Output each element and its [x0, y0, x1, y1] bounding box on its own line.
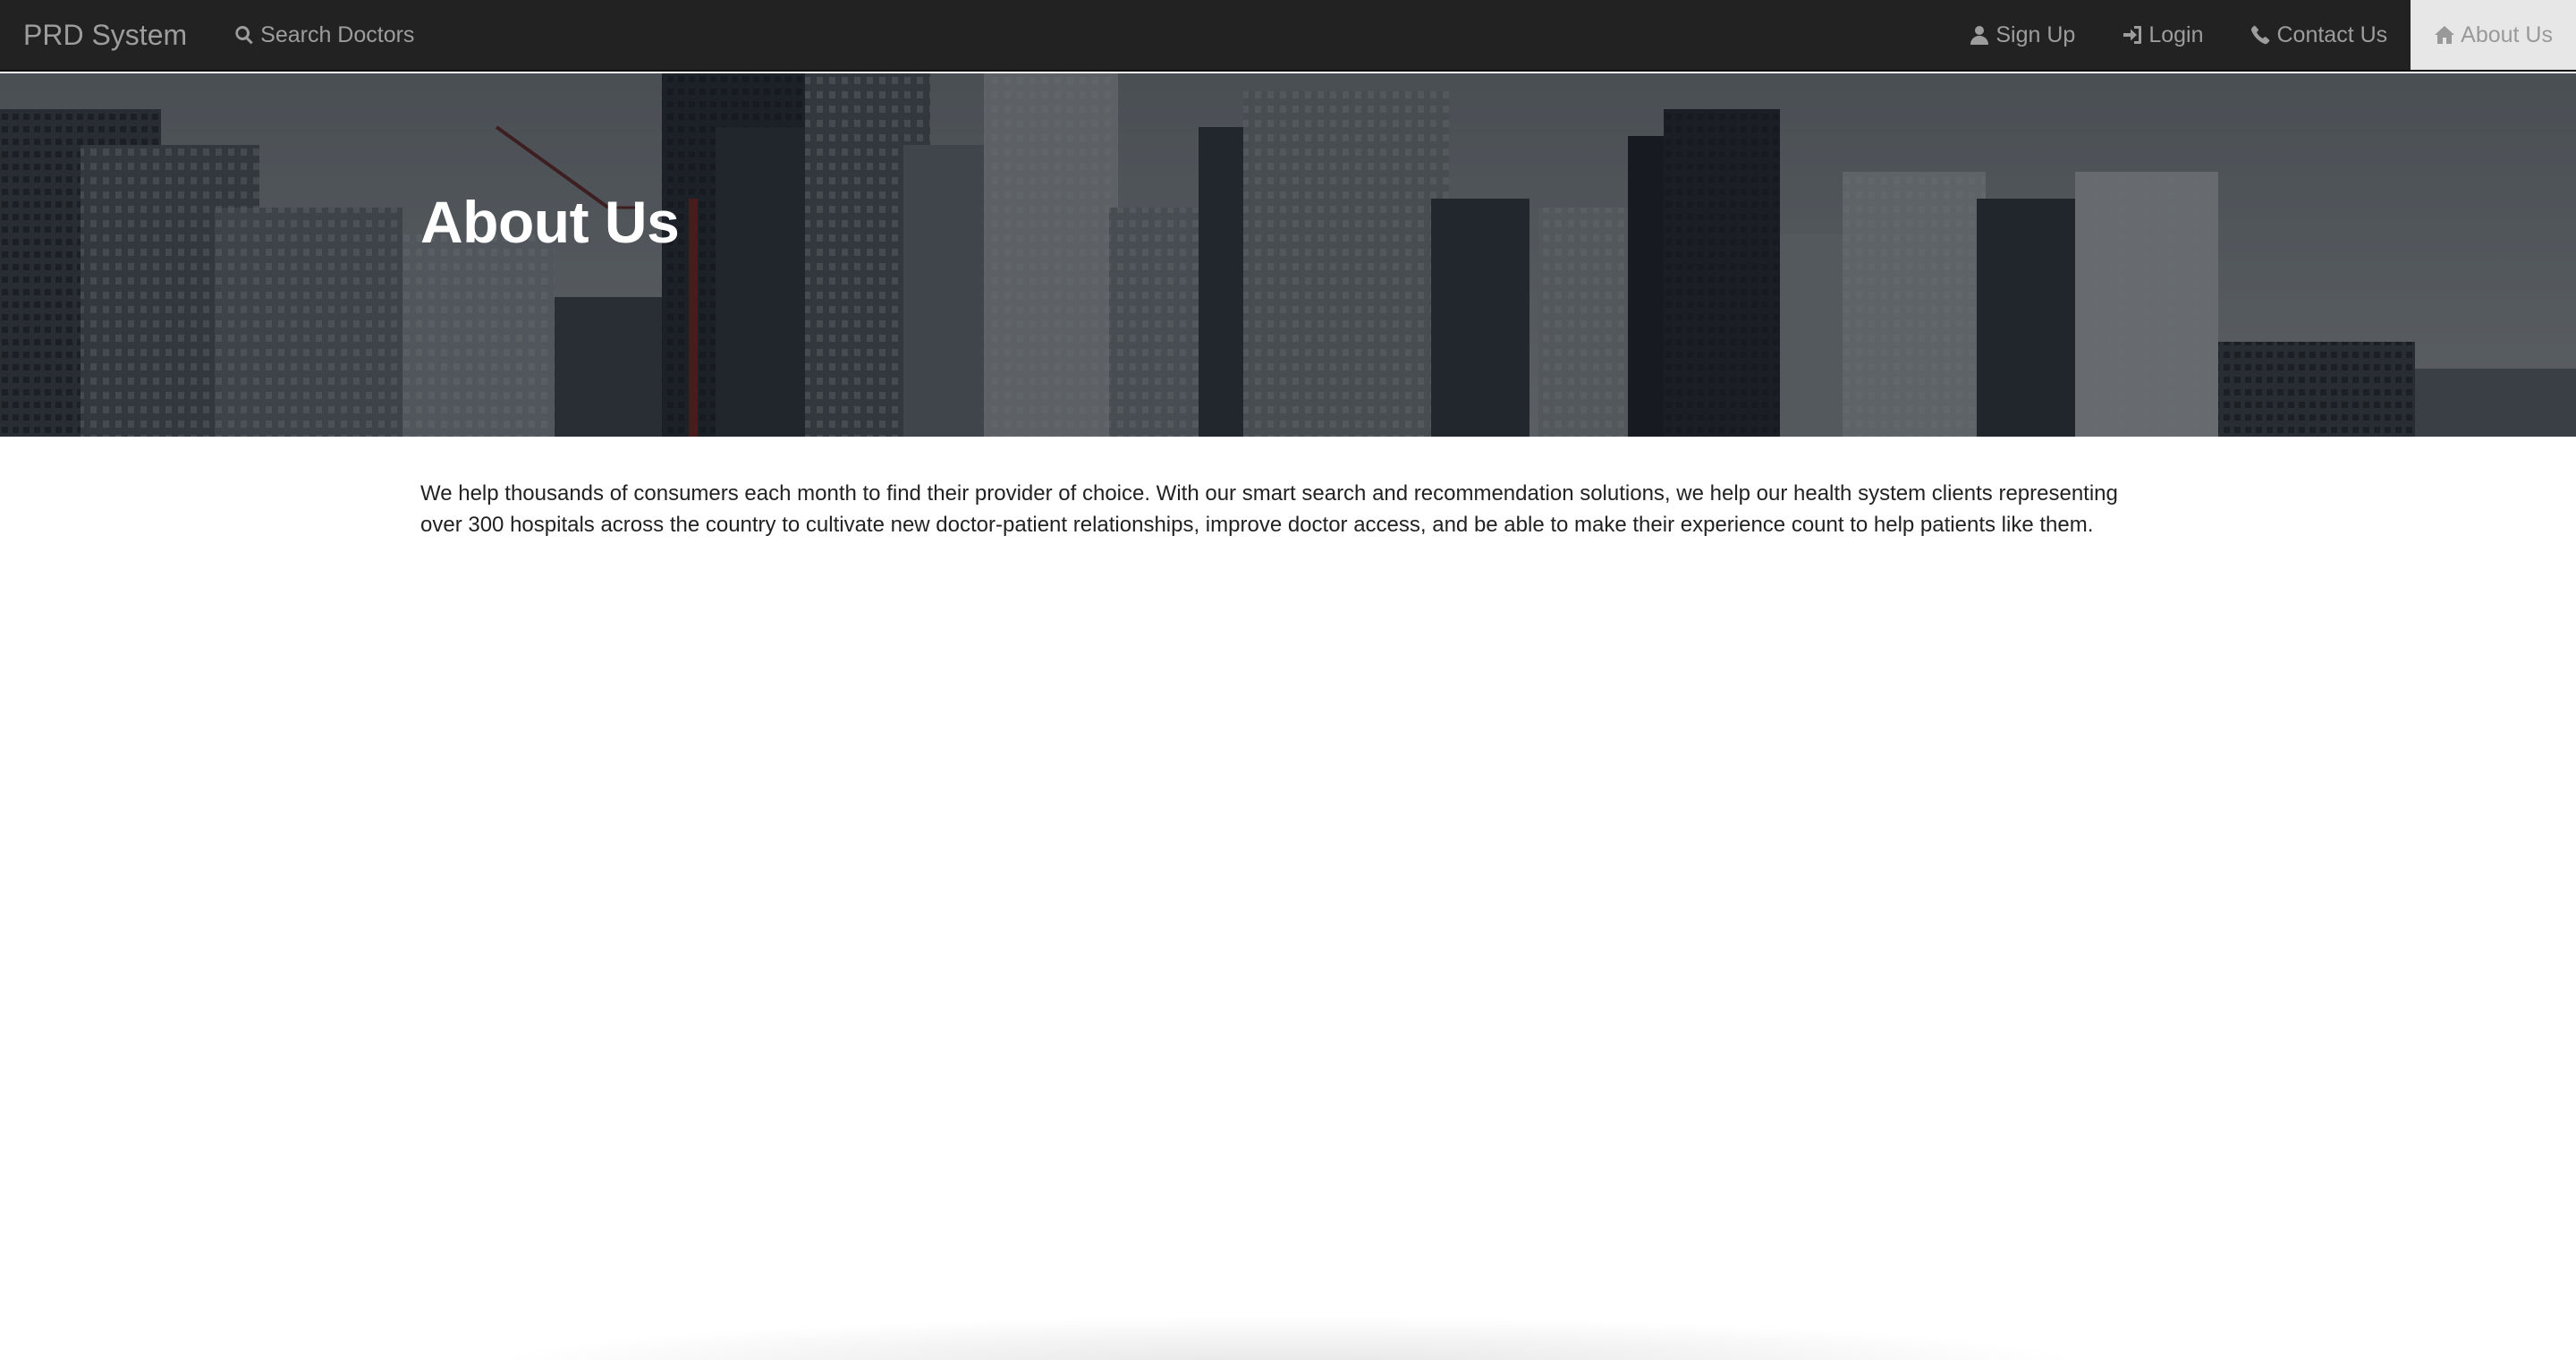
nav-left: Search Doctors [210, 0, 437, 70]
nav-contact-us-label: Contact Us [2276, 21, 2388, 47]
about-paragraph: We help thousands of consumers each mont… [420, 481, 2118, 537]
nav-login-label: Login [2148, 21, 2204, 47]
nav-sign-up-label: Sign Up [1996, 21, 2076, 47]
home-icon [2434, 24, 2455, 46]
hero-overlay [0, 73, 2576, 437]
nav-search-doctors-label: Search Doctors [260, 21, 415, 47]
brand-link[interactable]: PRD System [0, 0, 210, 70]
hero-banner: About Us [0, 73, 2576, 437]
nav-contact-us[interactable]: Contact Us [2226, 0, 2411, 70]
footer-shadow [465, 1315, 2111, 1360]
user-icon [1969, 24, 1990, 46]
nav-sign-up[interactable]: Sign Up [1945, 0, 2098, 70]
phone-icon [2250, 24, 2271, 46]
nav-about-us-label: About Us [2461, 21, 2553, 47]
nav-right: Sign Up Login Contact Us About Us [1945, 0, 2576, 70]
search-icon [233, 24, 255, 46]
nav-search-doctors[interactable]: Search Doctors [210, 0, 437, 70]
page-title: About Us [420, 189, 680, 255]
nav-about-us[interactable]: About Us [2411, 0, 2576, 70]
nav-login[interactable]: Login [2098, 0, 2226, 70]
top-navbar: PRD System Search Doctors Sign Up Login [0, 0, 2576, 72]
login-icon [2122, 24, 2143, 46]
